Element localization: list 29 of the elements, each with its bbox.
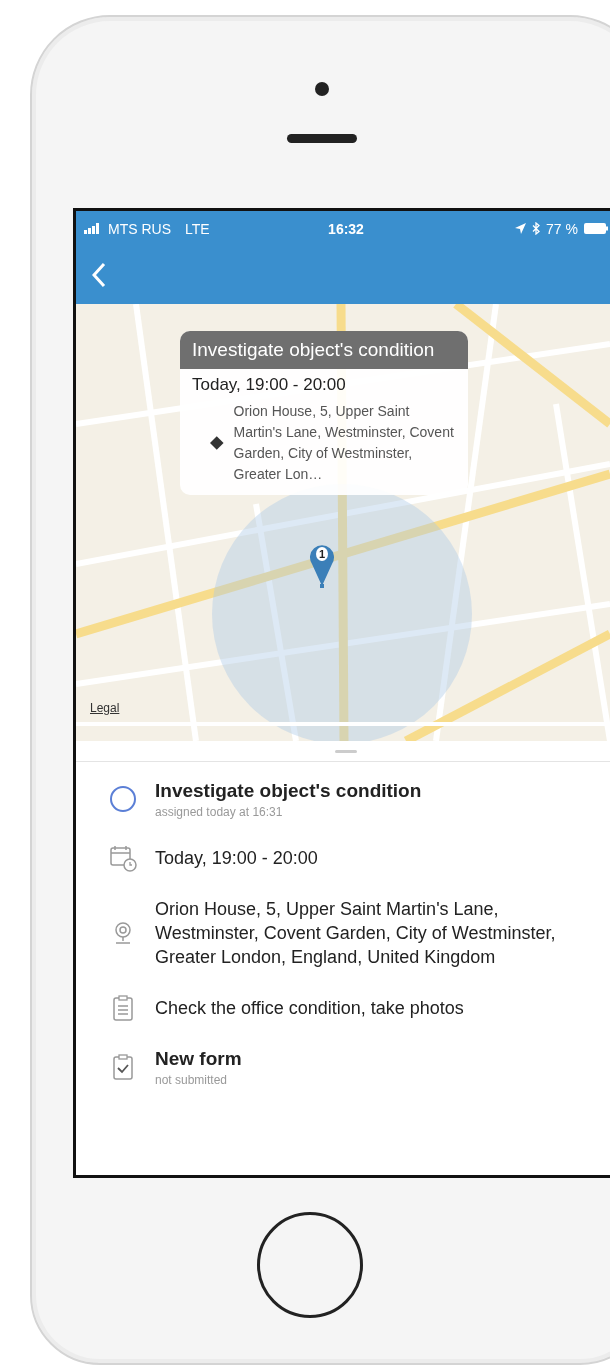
detail-text: Orion House, 5, Upper Saint Martin's Lane, Westminster, Covent Garden, City of Westminster, Greater London, England, United Kingdom (155, 898, 557, 969)
callout-time: Today, 19:00 - 20:00 (192, 375, 347, 395)
carrier-name: MTS RUS (108, 220, 171, 237)
legal-link[interactable]: Legal (90, 701, 120, 715)
callout-address: Orion House, 5, Upper Saint Martin's Lane, Westminster, Covent Garden, City of Westminster, Greater Lon… (233, 402, 455, 484)
form-title: New form (155, 1047, 243, 1071)
status-subtitle: not submitted (155, 1073, 229, 1087)
home-button[interactable] (257, 1211, 363, 1318)
detail-text: Today, 19:00 - 20:00 (155, 847, 319, 870)
detail-text: Check the office condition, take photos (155, 997, 465, 1020)
battery-percent: 77 % (546, 220, 578, 237)
status-subtitle: assigned today at 16:31 (155, 805, 284, 819)
speaker-grille (287, 134, 357, 143)
drag-handle[interactable] (335, 749, 357, 753)
camera-lens (315, 82, 329, 96)
map-callout[interactable]: Investigate object's condition Today, 19:00 - 20:00 Orion House, 5, Upper Saint Martin's Lane, Westminster, Covent Garden, City of Westminster, Greater Lon… (180, 331, 468, 495)
calendar-clock-icon (108, 843, 138, 873)
map-pin[interactable]: 1 (309, 544, 335, 588)
task-title: Investigate object's condition (155, 779, 423, 803)
network-type: LTE (185, 220, 210, 237)
diamond-icon (210, 436, 224, 450)
bluetooth-icon (532, 222, 541, 235)
chevron-left-icon (92, 262, 106, 288)
callout-title: Investigate object's condition (180, 331, 468, 369)
clock-time: 16:32 (328, 220, 364, 237)
status-circle-icon[interactable] (108, 784, 138, 814)
signal-icon (84, 223, 102, 234)
battery-icon (584, 223, 608, 234)
location-arrow-icon (515, 223, 527, 234)
